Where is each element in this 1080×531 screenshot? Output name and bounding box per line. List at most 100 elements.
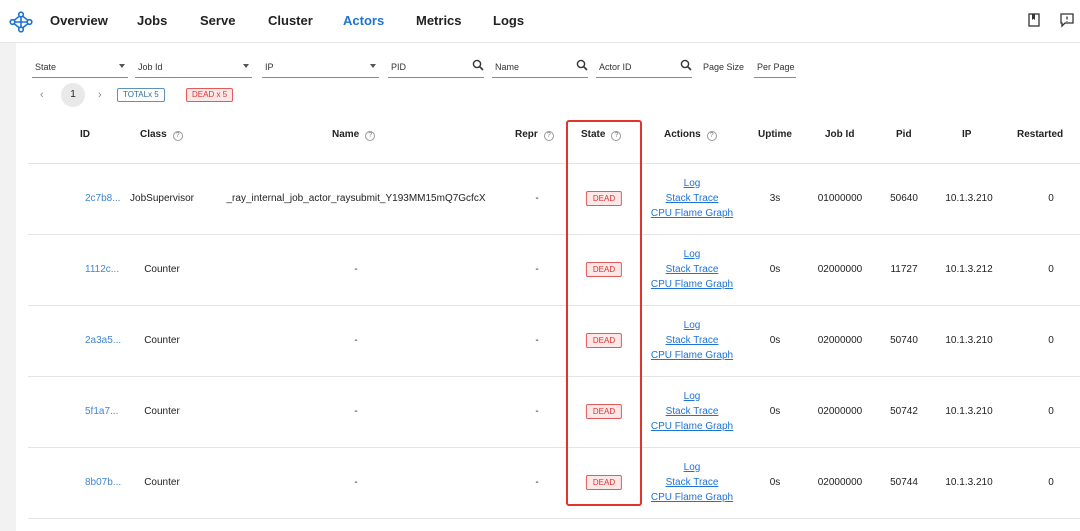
- header-actions: Actions?: [664, 129, 717, 141]
- cell-class: Counter: [144, 476, 180, 488]
- cpu-flame-graph-link[interactable]: CPU Flame Graph: [651, 277, 733, 292]
- stack-trace-link[interactable]: Stack Trace: [651, 333, 733, 348]
- pid-search-input[interactable]: PID: [388, 56, 484, 78]
- prev-page-button[interactable]: ‹: [40, 89, 44, 101]
- cpu-flame-graph-link[interactable]: CPU Flame Graph: [651, 348, 733, 363]
- cell-name: -: [354, 334, 358, 346]
- cell-repr: -: [535, 476, 539, 488]
- header-ip: IP: [962, 129, 972, 140]
- cell-class: Counter: [144, 334, 180, 346]
- cell-name: -: [354, 263, 358, 275]
- cell-repr: -: [535, 405, 539, 417]
- search-icon[interactable]: [576, 59, 588, 71]
- header-class: Class?: [140, 129, 183, 141]
- cpu-flame-graph-link[interactable]: CPU Flame Graph: [651, 419, 733, 434]
- state-filter[interactable]: State: [32, 56, 128, 78]
- cell-ip: 10.1.3.210: [945, 476, 993, 488]
- total-count-badge[interactable]: TOTALx 5: [117, 88, 165, 102]
- per-page-input[interactable]: Per Page: [754, 56, 796, 78]
- nav-jobs[interactable]: Jobs: [137, 13, 167, 28]
- search-icon[interactable]: [472, 59, 484, 71]
- cell-job-id: 01000000: [817, 192, 863, 204]
- stack-trace-link[interactable]: Stack Trace: [651, 475, 733, 490]
- cell-repr: -: [535, 334, 539, 346]
- per-page-label: Per Page: [757, 62, 795, 72]
- help-icon[interactable]: ?: [543, 131, 554, 141]
- stack-trace-link[interactable]: Stack Trace: [651, 191, 733, 206]
- actions-cell: Log Stack Trace CPU Flame Graph: [651, 460, 733, 505]
- name-search-input[interactable]: Name: [492, 56, 588, 78]
- header-name: Name?: [332, 129, 376, 141]
- log-link[interactable]: Log: [651, 460, 733, 475]
- state-column-highlight: [566, 120, 642, 506]
- header-uptime: Uptime: [758, 129, 792, 140]
- row-divider: [28, 518, 1080, 519]
- cell-ip: 10.1.3.212: [945, 263, 993, 275]
- stack-trace-link[interactable]: Stack Trace: [651, 404, 733, 419]
- cell-restarted: 0: [1048, 192, 1054, 204]
- cell-restarted: 0: [1048, 334, 1054, 346]
- next-page-button[interactable]: ›: [98, 89, 102, 101]
- book-icon[interactable]: [1026, 12, 1042, 28]
- cell-name: -: [354, 476, 358, 488]
- cell-class: JobSupervisor: [130, 192, 194, 204]
- cell-ip: 10.1.3.210: [945, 334, 993, 346]
- dead-count-badge[interactable]: DEAD x 5: [186, 88, 234, 102]
- row-divider: [28, 305, 1080, 306]
- top-nav: Overview Jobs Serve Cluster Actors Metri…: [0, 0, 1080, 43]
- name-search-label: Name: [495, 62, 520, 72]
- cell-id[interactable]: 2c7b8...: [85, 193, 121, 204]
- log-link[interactable]: Log: [651, 318, 733, 333]
- cell-uptime: 3s: [769, 192, 781, 204]
- cell-id[interactable]: 5f1a7...: [85, 406, 118, 417]
- actor-id-search-input[interactable]: Actor ID: [596, 56, 692, 78]
- chevron-down-icon: [243, 64, 249, 68]
- cell-repr: -: [535, 263, 539, 275]
- cell-job-id: 02000000: [817, 476, 863, 488]
- nav-logs[interactable]: Logs: [493, 13, 524, 28]
- row-divider: [28, 234, 1080, 235]
- row-divider: [28, 447, 1080, 448]
- header-pid: Pid: [896, 129, 912, 140]
- header-actions-label: Actions: [664, 129, 701, 140]
- page-size-label: Page Size: [703, 62, 745, 72]
- cell-repr: -: [535, 192, 539, 204]
- help-icon[interactable]: ?: [172, 131, 183, 141]
- cell-class: Counter: [144, 405, 180, 417]
- cell-name: -: [354, 405, 358, 417]
- log-link[interactable]: Log: [651, 176, 733, 191]
- cpu-flame-graph-link[interactable]: CPU Flame Graph: [651, 490, 733, 505]
- nav-actors[interactable]: Actors: [343, 13, 384, 28]
- help-icon[interactable]: ?: [706, 131, 717, 141]
- feedback-icon[interactable]: [1059, 12, 1075, 28]
- cell-id[interactable]: 8b07b...: [85, 477, 121, 488]
- cell-name: _ray_internal_job_actor_raysubmit_Y193MM…: [226, 192, 486, 204]
- cell-id[interactable]: 1112c...: [85, 264, 119, 275]
- help-icon[interactable]: ?: [365, 131, 376, 141]
- job-id-filter[interactable]: Job Id: [135, 56, 252, 78]
- nav-serve[interactable]: Serve: [200, 13, 235, 28]
- header-job-id: Job Id: [825, 129, 855, 140]
- job-id-filter-label: Job Id: [138, 62, 163, 72]
- log-link[interactable]: Log: [651, 389, 733, 404]
- actions-cell: Log Stack Trace CPU Flame Graph: [651, 247, 733, 292]
- cell-uptime: 0s: [769, 476, 781, 488]
- ip-filter-label: IP: [265, 62, 274, 72]
- nav-metrics[interactable]: Metrics: [416, 13, 462, 28]
- cell-job-id: 02000000: [817, 263, 863, 275]
- ray-logo-icon[interactable]: [9, 11, 33, 33]
- search-icon[interactable]: [680, 59, 692, 71]
- header-repr-label: Repr: [515, 129, 538, 140]
- nav-cluster[interactable]: Cluster: [268, 13, 313, 28]
- cell-class: Counter: [144, 263, 180, 275]
- cpu-flame-graph-link[interactable]: CPU Flame Graph: [651, 206, 733, 221]
- log-link[interactable]: Log: [651, 247, 733, 262]
- ip-filter[interactable]: IP: [262, 56, 379, 78]
- cell-pid: 50740: [890, 334, 918, 346]
- stack-trace-link[interactable]: Stack Trace: [651, 262, 733, 277]
- cell-pid: 50744: [890, 476, 918, 488]
- cell-job-id: 02000000: [817, 405, 863, 417]
- page-1-button[interactable]: 1: [61, 83, 85, 107]
- nav-overview[interactable]: Overview: [50, 13, 108, 28]
- cell-id[interactable]: 2a3a5...: [85, 335, 121, 346]
